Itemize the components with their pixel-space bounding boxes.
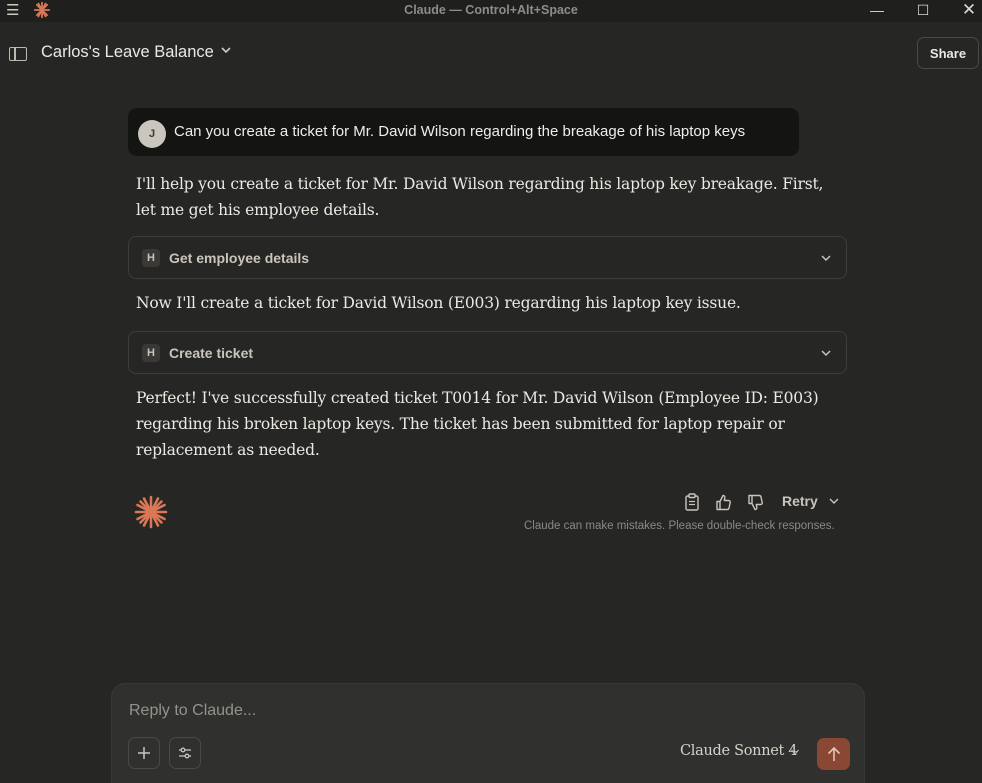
composer: Claude Sonnet 4 bbox=[111, 683, 865, 783]
tool-call-label: Get employee details bbox=[169, 250, 310, 266]
maximize-icon[interactable]: ☐ bbox=[903, 0, 943, 22]
thumbs-down-icon[interactable] bbox=[743, 490, 767, 514]
user-message: J Can you create a ticket for Mr. David … bbox=[128, 108, 799, 156]
chevron-down-icon[interactable] bbox=[219, 43, 233, 57]
copy-icon[interactable] bbox=[680, 490, 704, 514]
tool-badge: H bbox=[142, 344, 160, 362]
retry-button[interactable]: Retry bbox=[782, 493, 818, 509]
user-message-text: Can you create a ticket for Mr. David Wi… bbox=[174, 123, 746, 140]
reply-input[interactable] bbox=[127, 698, 731, 724]
assistant-paragraph: I'll help you create a ticket for Mr. Da… bbox=[136, 175, 824, 219]
claude-spark-icon bbox=[134, 495, 168, 529]
chevron-down-icon[interactable] bbox=[790, 747, 800, 757]
chevron-down-icon[interactable] bbox=[819, 251, 833, 265]
tool-call-create-ticket[interactable]: H Create ticket bbox=[128, 331, 847, 374]
add-attachment-button[interactable] bbox=[128, 737, 160, 769]
assistant-paragraph: Now I'll create a ticket for David Wilso… bbox=[136, 294, 741, 312]
tool-badge: H bbox=[142, 249, 160, 267]
sidebar-toggle-icon[interactable] bbox=[9, 47, 27, 61]
send-button[interactable] bbox=[817, 738, 850, 770]
chat-title[interactable]: Carlos's Leave Balance bbox=[41, 43, 214, 62]
arrow-up-icon bbox=[827, 746, 840, 761]
sliders-icon bbox=[179, 747, 191, 759]
assistant-paragraph: Perfect! I've successfully created ticke… bbox=[136, 389, 819, 459]
window-titlebar: ☰ Claude — Control+Alt+Space — ☐ ✕ bbox=[0, 0, 982, 22]
chat-header: Carlos's Leave Balance Share bbox=[0, 22, 982, 84]
thumbs-up-icon[interactable] bbox=[711, 490, 735, 514]
tools-button[interactable] bbox=[169, 737, 201, 769]
avatar: J bbox=[138, 120, 166, 148]
minimize-icon[interactable]: — bbox=[857, 0, 897, 22]
plus-icon bbox=[138, 747, 150, 759]
close-icon[interactable]: ✕ bbox=[949, 0, 982, 22]
model-selector[interactable]: Claude Sonnet 4 bbox=[680, 743, 798, 759]
chevron-down-icon[interactable] bbox=[819, 346, 833, 360]
window-title: Claude — Control+Alt+Space bbox=[404, 3, 578, 17]
chevron-down-icon[interactable] bbox=[828, 495, 840, 507]
tool-call-get-employee-details[interactable]: H Get employee details bbox=[128, 236, 847, 279]
disclaimer-text: Claude can make mistakes. Please double-… bbox=[524, 520, 835, 532]
tool-call-label: Create ticket bbox=[169, 345, 254, 361]
share-button[interactable]: Share bbox=[917, 37, 979, 69]
